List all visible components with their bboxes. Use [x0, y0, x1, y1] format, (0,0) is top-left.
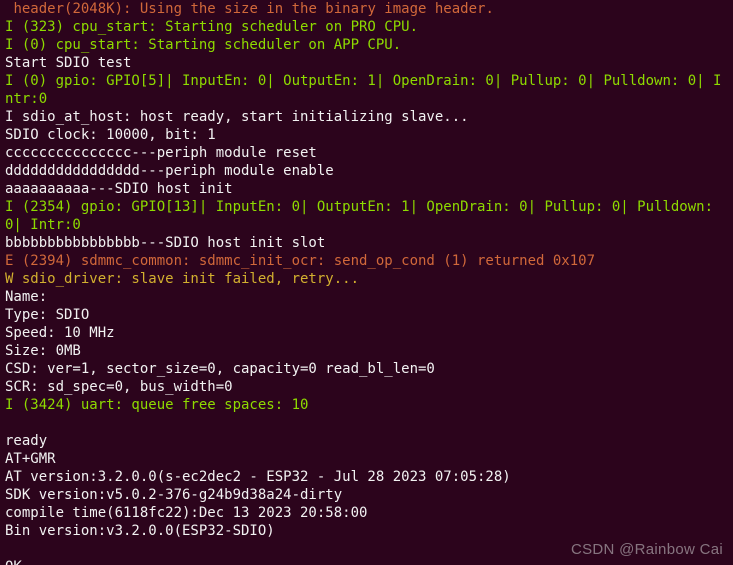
log-line: Size: 0MB	[5, 342, 728, 360]
log-line: SCR: sd_spec=0, bus_width=0	[5, 378, 728, 396]
log-line: AT+GMR	[5, 450, 728, 468]
log-line: SDIO clock: 10000, bit: 1	[5, 126, 728, 144]
log-line: I (2354) gpio: GPIO[13]| InputEn: 0| Out…	[5, 198, 728, 234]
log-line: I (3424) uart: queue free spaces: 10	[5, 396, 728, 414]
log-line: Bin version:v3.2.0.0(ESP32-SDIO)	[5, 522, 728, 540]
log-line: ready	[5, 432, 728, 450]
log-line: Name:	[5, 288, 728, 306]
log-line: dddddddddddddddd---periph module enable	[5, 162, 728, 180]
log-line: W sdio_driver: slave init failed, retry.…	[5, 270, 728, 288]
log-line: Type: SDIO	[5, 306, 728, 324]
log-line	[5, 414, 728, 432]
log-line: header(2048K): Using the size in the bin…	[5, 0, 728, 18]
log-line: E (2394) sdmmc_common: sdmmc_init_ocr: s…	[5, 252, 728, 270]
log-line: bbbbbbbbbbbbbbbb---SDIO host init slot	[5, 234, 728, 252]
log-line: compile time(6118fc22):Dec 13 2023 20:58…	[5, 504, 728, 522]
log-line: I sdio_at_host: host ready, start initia…	[5, 108, 728, 126]
log-line: Speed: 10 MHz	[5, 324, 728, 342]
log-line	[5, 540, 728, 558]
log-line: I (323) cpu_start: Starting scheduler on…	[5, 18, 728, 36]
log-line: aaaaaaaaaa---SDIO host init	[5, 180, 728, 198]
log-line: AT version:3.2.0.0(s-ec2dec2 - ESP32 - J…	[5, 468, 728, 486]
log-line: SDK version:v5.0.2-376-g24b9d38a24-dirty	[5, 486, 728, 504]
log-line: I (0) cpu_start: Starting scheduler on A…	[5, 36, 728, 54]
log-line: OK	[5, 558, 728, 565]
terminal-output: header(2048K): Using the size in the bin…	[0, 0, 733, 565]
log-line: I (0) gpio: GPIO[5]| InputEn: 0| OutputE…	[5, 72, 728, 108]
log-line: CSD: ver=1, sector_size=0, capacity=0 re…	[5, 360, 728, 378]
log-line: ccccccccccccccc---periph module reset	[5, 144, 728, 162]
log-line: Start SDIO test	[5, 54, 728, 72]
